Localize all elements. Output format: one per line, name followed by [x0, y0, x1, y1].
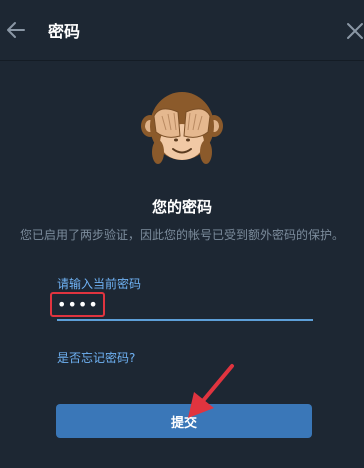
section-heading: 您的密码 [151, 198, 212, 216]
password-underline [57, 319, 313, 321]
close-button[interactable] [342, 18, 364, 42]
header-divider [0, 60, 364, 61]
description-text: 您已启用了两步验证，因此您的帐号已受到额外密码的保护。 [19, 228, 344, 242]
arrow-left-icon[interactable] [4, 18, 28, 42]
password-field-label: 请输入当前密码 [57, 277, 142, 291]
page-title: 密码 [48, 22, 81, 41]
submit-button[interactable]: 提交 [56, 404, 312, 438]
forgot-password-link[interactable]: 是否忘记密码? [57, 349, 135, 366]
top-bar: 密码 [0, 0, 364, 60]
annotation-highlight-box [50, 292, 105, 317]
close-icon[interactable] [342, 18, 364, 42]
back-button[interactable] [4, 18, 28, 42]
see-no-evil-monkey-icon [141, 92, 223, 164]
